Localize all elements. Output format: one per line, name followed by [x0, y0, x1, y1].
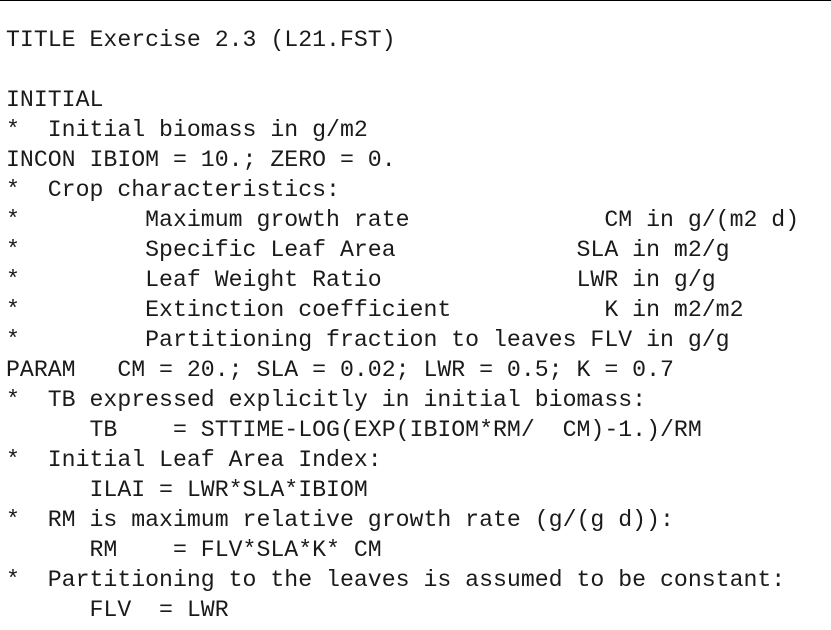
param-line: PARAM CM = 20.; SLA = 0.02; LWR = 0.5; K…: [6, 357, 674, 383]
comment-line: * TB expressed explicitly in initial bio…: [6, 387, 647, 413]
comment-line: * Partitioning to the leaves is assumed …: [6, 567, 786, 593]
incon-line: INCON IBIOM = 10.; ZERO = 0.: [6, 147, 396, 173]
comment-line: * Leaf Weight Ratio LWR in g/g: [6, 267, 716, 293]
comment-line: * Initial Leaf Area Index:: [6, 447, 382, 473]
comment-line: * Initial biomass in g/m2: [6, 117, 368, 143]
top-divider: [0, 0, 831, 1]
comment-line: * RM is maximum relative growth rate (g/…: [6, 507, 674, 533]
title-line: TITLE Exercise 2.3 (L21.FST): [6, 27, 396, 53]
equation-line: FLV = LWR: [6, 597, 229, 623]
equation-line: RM = FLV*SLA*K* CM: [6, 537, 382, 563]
comment-line: * Maximum growth rate CM in g/(m2 d): [6, 207, 800, 233]
initial-section-line: INITIAL: [6, 87, 104, 113]
comment-line: * Crop characteristics:: [6, 177, 340, 203]
comment-line: * Partitioning fraction to leaves FLV in…: [6, 327, 730, 353]
comment-line: * Extinction coefficient K in m2/m2: [6, 297, 744, 323]
equation-line: TB = STTIME-LOG(EXP(IBIOM*RM/ CM)-1.)/RM: [6, 417, 702, 443]
comment-line: * Specific Leaf Area SLA in m2/g: [6, 237, 730, 263]
code-listing: TITLE Exercise 2.3 (L21.FST) INITIAL * I…: [6, 25, 799, 625]
equation-line: ILAI = LWR*SLA*IBIOM: [6, 477, 368, 503]
